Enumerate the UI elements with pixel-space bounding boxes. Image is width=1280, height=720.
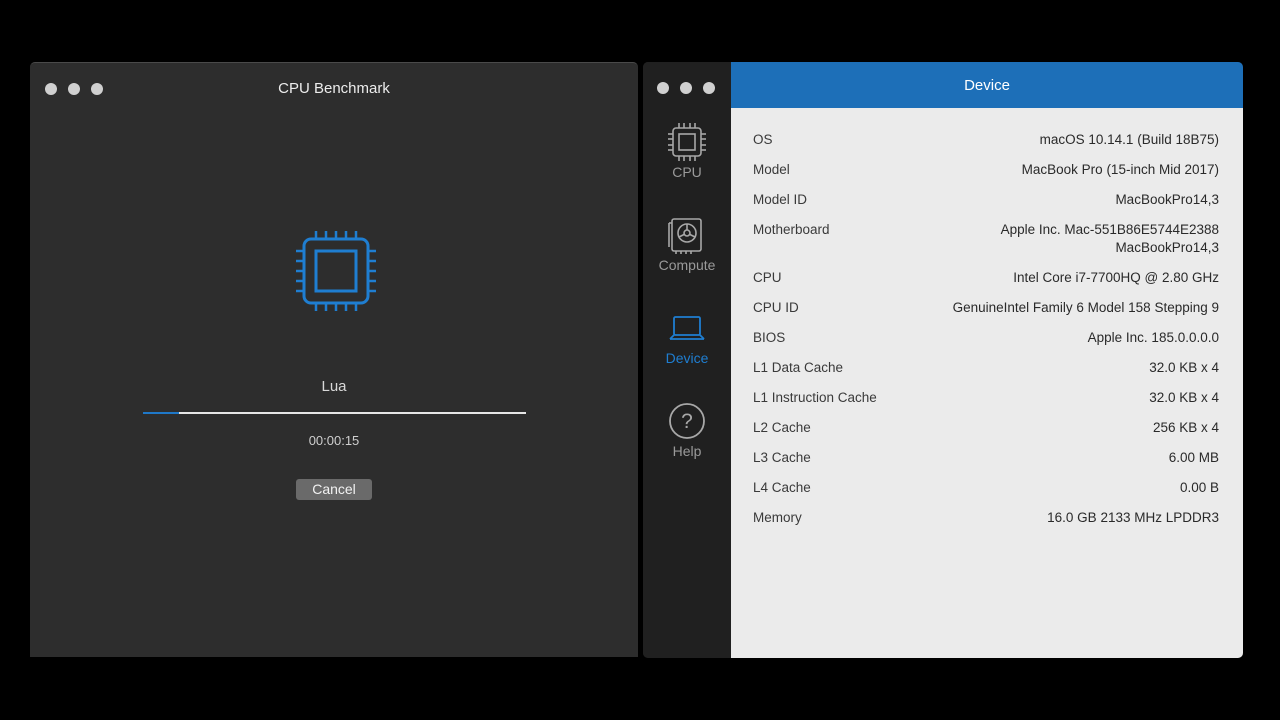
- sidebar-item-label: Compute: [658, 257, 716, 273]
- row-key: Memory: [753, 510, 802, 525]
- table-row: L2 Cache 256 KB x 4: [753, 419, 1219, 437]
- close-window-button[interactable]: [657, 82, 669, 94]
- row-value: 0.00 B: [1179, 480, 1219, 495]
- row-value: MacBookPro14,3: [1115, 192, 1219, 207]
- row-key: L1 Instruction Cache: [753, 390, 877, 405]
- laptop-icon: [669, 316, 705, 340]
- sidebar-item-cpu[interactable]: CPU: [643, 122, 731, 180]
- sidebar-item-label: Help: [672, 443, 702, 459]
- cpu-benchmark-window: CPU Benchmark Lua 00:00:15 Cancel: [30, 62, 638, 657]
- sidebar-item-help[interactable]: ? Help: [643, 401, 731, 459]
- sidebar: CPU Compute Device ? Help: [643, 62, 731, 658]
- device-info-window: CPU Compute Device ? Help Device OS macO…: [643, 62, 1243, 658]
- row-key: CPU ID: [753, 300, 799, 315]
- svg-text:?: ?: [681, 410, 693, 433]
- benchmark-name: Lua: [321, 378, 347, 395]
- sidebar-item-label: CPU: [672, 164, 702, 180]
- sidebar-item-device[interactable]: Device: [643, 308, 731, 366]
- row-key: BIOS: [753, 330, 786, 345]
- row-key: Model ID: [753, 192, 808, 207]
- device-info-panel: OS macOS 10.14.1 (Build 18B75) Model Mac…: [731, 108, 1243, 658]
- help-icon: ?: [669, 403, 705, 439]
- table-row: L3 Cache 6.00 MB: [753, 449, 1219, 467]
- page-title: Device: [731, 62, 1243, 108]
- table-row: Model MacBook Pro (15-inch Mid 2017): [753, 161, 1219, 179]
- row-key: L2 Cache: [753, 420, 811, 435]
- row-value: Intel Core i7-7700HQ @ 2.80 GHz: [1013, 270, 1219, 285]
- gpu-card-icon: [668, 218, 702, 254]
- benchmark-progress-bar: [143, 412, 526, 414]
- row-value: macOS 10.14.1 (Build 18B75): [1039, 132, 1219, 147]
- row-value: MacBook Pro (15-inch Mid 2017): [1021, 162, 1219, 177]
- progress-fill: [143, 412, 180, 414]
- row-value: 256 KB x 4: [1152, 420, 1219, 435]
- row-value-line: MacBookPro14,3: [1115, 240, 1219, 255]
- row-value: 32.0 KB x 4: [1149, 360, 1219, 375]
- row-key: OS: [753, 132, 773, 147]
- table-row: L1 Data Cache 32.0 KB x 4: [753, 359, 1219, 377]
- row-key: CPU: [753, 270, 782, 285]
- cancel-button[interactable]: Cancel: [296, 479, 372, 500]
- table-row: Model ID MacBookPro14,3: [753, 191, 1219, 209]
- table-row: L1 Instruction Cache 32.0 KB x 4: [753, 389, 1219, 407]
- row-value: 32.0 KB x 4: [1149, 390, 1219, 405]
- row-value-multiline: Apple Inc. Mac-551B86E5744E2388 MacBookP…: [1001, 221, 1219, 257]
- sidebar-item-compute[interactable]: Compute: [643, 215, 731, 273]
- cpu-chip-icon: [296, 231, 376, 311]
- table-row: BIOS Apple Inc. 185.0.0.0.0: [753, 329, 1219, 347]
- sidebar-item-label: Device: [665, 350, 709, 366]
- minimize-window-button[interactable]: [680, 82, 692, 94]
- row-key: L4 Cache: [753, 480, 811, 495]
- row-key: L1 Data Cache: [753, 360, 844, 375]
- table-row: Memory 16.0 GB 2133 MHz LPDDR3: [753, 509, 1219, 527]
- table-row: CPU ID GenuineIntel Family 6 Model 158 S…: [753, 299, 1219, 317]
- row-key: L3 Cache: [753, 450, 811, 465]
- table-row: L4 Cache 0.00 B: [753, 479, 1219, 497]
- table-row: Motherboard Apple Inc. Mac-551B86E5744E2…: [753, 221, 1219, 257]
- cpu-icon: [668, 123, 706, 161]
- row-value: Apple Inc. 185.0.0.0.0: [1087, 330, 1219, 345]
- table-row: CPU Intel Core i7-7700HQ @ 2.80 GHz: [753, 269, 1219, 287]
- table-row: OS macOS 10.14.1 (Build 18B75): [753, 131, 1219, 149]
- row-key: Motherboard: [753, 222, 830, 237]
- window-title: CPU Benchmark: [278, 80, 390, 97]
- row-value: 16.0 GB 2133 MHz LPDDR3: [1047, 510, 1219, 525]
- zoom-window-button[interactable]: [703, 82, 715, 94]
- window-controls: [657, 82, 715, 94]
- device-info-table: OS macOS 10.14.1 (Build 18B75) Model Mac…: [753, 131, 1219, 539]
- elapsed-time: 00:00:15: [308, 433, 360, 448]
- row-value-line: Apple Inc. Mac-551B86E5744E2388: [1000, 222, 1219, 237]
- row-value: 6.00 MB: [1168, 450, 1219, 465]
- row-key: Model: [753, 162, 790, 177]
- row-value: GenuineIntel Family 6 Model 158 Stepping…: [952, 300, 1219, 315]
